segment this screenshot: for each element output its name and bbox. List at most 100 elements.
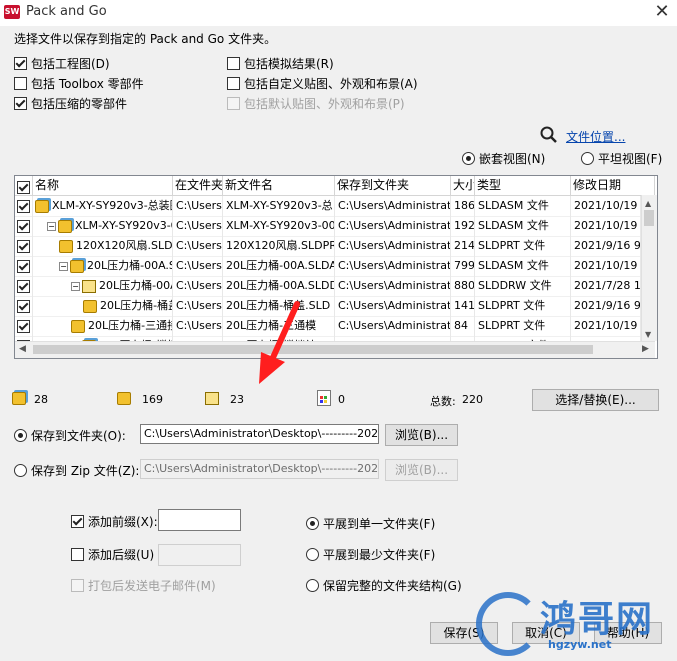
save-to-folder-option[interactable]: 保存到文件夹(O): — [14, 427, 126, 444]
scroll-left-icon[interactable]: ◀ — [19, 344, 26, 354]
save-to-zip-radio[interactable] — [14, 464, 27, 477]
column-header-save-to[interactable]: 保存到文件夹 — [335, 176, 451, 195]
row-checkbox[interactable] — [17, 199, 30, 213]
table-row[interactable]: − XLM-XY-SY920v3-00A（主机）C:\Users\XLM-XY-S… — [15, 216, 641, 237]
flat-view-option[interactable]: 平坦视图(F) — [581, 150, 662, 167]
add-prefix-option[interactable]: 添加前缀(X): — [71, 513, 158, 530]
select-replace-button[interactable]: 选择/替换(E)... — [532, 389, 659, 411]
cell-modified: 2021/7/28 11:10 — [571, 276, 641, 296]
scroll-down-icon[interactable]: ▼ — [645, 330, 651, 339]
include-custom-decals-checkbox[interactable] — [227, 77, 240, 90]
collapse-icon[interactable]: − — [59, 261, 68, 271]
nested-view-option[interactable]: 嵌套视图(N) — [462, 150, 545, 167]
nested-view-label: 嵌套视图(N) — [479, 152, 546, 166]
column-header-name[interactable]: 名称 — [33, 176, 173, 195]
table-row[interactable]: 20L压力桶-三通接头C:\Users\20L压力桶-三通模C:\Users\A… — [15, 316, 641, 337]
collapse-icon[interactable]: − — [71, 281, 80, 291]
table-header: 名称 在文件夹 新文件名 保存到文件夹 大小 类型 修改日期 — [15, 176, 655, 196]
include-default-decals-option: 包括默认贴图、外观和布景(P) — [227, 95, 405, 112]
flat-view-radio[interactable] — [581, 152, 594, 165]
file-name-text: 20L压力桶-三通接头 — [88, 319, 172, 332]
scroll-up-icon[interactable]: ▲ — [645, 199, 651, 208]
keep-folder-structure-option[interactable]: 保留完整的文件夹结构(G) — [306, 577, 462, 594]
cell-type: SLDPRT 文件 — [475, 236, 571, 256]
include-custom-decals-option[interactable]: 包括自定义贴图、外观和布景(A) — [227, 75, 418, 92]
add-prefix-checkbox[interactable] — [71, 515, 84, 528]
row-select-cell[interactable] — [15, 296, 33, 316]
select-all-header[interactable] — [15, 176, 33, 195]
vertical-scroll-thumb[interactable] — [644, 210, 654, 226]
include-toolbox-option[interactable]: 包括 Toolbox 零部件 — [14, 75, 144, 92]
horizontal-scroll-thumb[interactable] — [33, 345, 593, 354]
table-row[interactable]: XLM-XY-SY920v3-总装图.SLDASMC:\Users\XLM-XY… — [15, 196, 641, 217]
include-drawings-option[interactable]: 包括工程图(D) — [14, 55, 110, 72]
nested-view-radio[interactable] — [462, 152, 475, 165]
include-simulation-checkbox[interactable] — [227, 57, 240, 70]
table-row[interactable]: − 20L压力桶-00A.SLDDRWC:\Users\20L压力桶-00A.SL… — [15, 276, 641, 297]
drawing-count: 23 — [230, 393, 244, 406]
prefix-input[interactable] — [158, 509, 241, 531]
cell-name: 120X120风扇.SLDPRT — [33, 236, 173, 256]
row-checkbox[interactable] — [17, 319, 30, 333]
cell-save-to: C:\Users\Administrato — [335, 196, 451, 216]
total-count: 220 — [462, 393, 483, 406]
flatten-min-folders-option[interactable]: 平展到最少文件夹(F) — [306, 546, 435, 563]
row-checkbox[interactable] — [17, 259, 30, 273]
add-suffix-option[interactable]: 添加后缀(U) — [71, 546, 154, 563]
save-to-zip-label: 保存到 Zip 文件(Z): — [31, 464, 140, 478]
cell-modified: 2021/10/19 15:3 — [571, 196, 641, 216]
cell-name: − XLM-XY-SY920v3-00A（主机） — [33, 216, 173, 236]
column-header-type[interactable]: 类型 — [475, 176, 571, 195]
collapse-icon[interactable]: − — [47, 221, 56, 231]
row-select-cell[interactable] — [15, 276, 33, 296]
include-simulation-option[interactable]: 包括模拟结果(R) — [227, 55, 334, 72]
file-location-link[interactable]: 文件位置... — [566, 128, 625, 145]
scroll-right-icon[interactable]: ▶ — [642, 344, 649, 354]
column-header-new-name[interactable]: 新文件名 — [223, 176, 335, 195]
add-suffix-checkbox[interactable] — [71, 548, 84, 561]
save-to-folder-label: 保存到文件夹(O): — [31, 429, 126, 443]
row-select-cell[interactable] — [15, 316, 33, 336]
cell-type: SLDASM 文件 — [475, 216, 571, 236]
part-count-icon — [117, 391, 131, 405]
row-checkbox[interactable] — [17, 239, 30, 253]
flatten-min-folders-radio[interactable] — [306, 548, 319, 561]
flatten-single-folder-option[interactable]: 平展到单一文件夹(F) — [306, 515, 435, 532]
vertical-scrollbar[interactable]: ▲ ▼ — [641, 195, 657, 341]
column-header-size[interactable]: 大小 — [451, 176, 475, 195]
save-to-folder-radio[interactable] — [14, 429, 27, 442]
row-select-cell[interactable] — [15, 216, 33, 236]
file-name-text: 20L压力桶-00A.SLDASM — [87, 259, 172, 272]
table-row[interactable]: 20L压力桶-桶盖.SLDPRTC:\Users\20L压力桶-桶盖.SLDC:… — [15, 296, 641, 317]
cell-save-to: C:\Users\Administrato — [335, 276, 451, 296]
include-toolbox-label: 包括 Toolbox 零部件 — [31, 77, 144, 91]
table-row[interactable]: 120X120风扇.SLDPRTC:\Users\120X120风扇.SLDPR… — [15, 236, 641, 257]
include-toolbox-checkbox[interactable] — [14, 77, 27, 90]
save-folder-path-input[interactable]: C:\Users\Administrator\Desktop\---------… — [140, 424, 379, 444]
include-suppressed-option[interactable]: 包括压缩的零部件 — [14, 95, 127, 112]
close-icon[interactable]: ✕ — [650, 1, 674, 22]
save-to-zip-option[interactable]: 保存到 Zip 文件(Z): — [14, 462, 139, 479]
row-select-cell[interactable] — [15, 196, 33, 216]
flatten-single-folder-radio[interactable] — [306, 517, 319, 530]
include-drawings-checkbox[interactable] — [14, 57, 27, 70]
cell-type: SLDPRT 文件 — [475, 296, 571, 316]
row-select-cell[interactable] — [15, 236, 33, 256]
horizontal-scrollbar[interactable]: ◀ ▶ — [15, 341, 655, 358]
file-table[interactable]: 名称 在文件夹 新文件名 保存到文件夹 大小 类型 修改日期 XLM-XY-SY… — [14, 175, 658, 359]
include-suppressed-checkbox[interactable] — [14, 97, 27, 110]
column-header-modified[interactable]: 修改日期 — [571, 176, 655, 195]
column-header-in-folder[interactable]: 在文件夹 — [173, 176, 223, 195]
file-name-text: XLM-XY-SY920v3-总装图.SLDASM — [52, 199, 172, 212]
table-row[interactable]: − 20L压力桶-00A.SLDASMC:\Users\20L压力桶-00A.SL… — [15, 256, 641, 277]
assembly-file-icon — [35, 199, 49, 213]
cell-type: SLDASM 文件 — [475, 196, 571, 216]
row-select-cell[interactable] — [15, 256, 33, 276]
browse-folder-button[interactable]: 浏览(B)... — [385, 424, 458, 446]
keep-folder-structure-radio[interactable] — [306, 579, 319, 592]
row-checkbox[interactable] — [17, 219, 30, 233]
row-checkbox[interactable] — [17, 279, 30, 293]
row-checkbox[interactable] — [17, 299, 30, 313]
search-icon[interactable] — [540, 126, 558, 147]
select-all-checkbox[interactable] — [17, 180, 30, 194]
